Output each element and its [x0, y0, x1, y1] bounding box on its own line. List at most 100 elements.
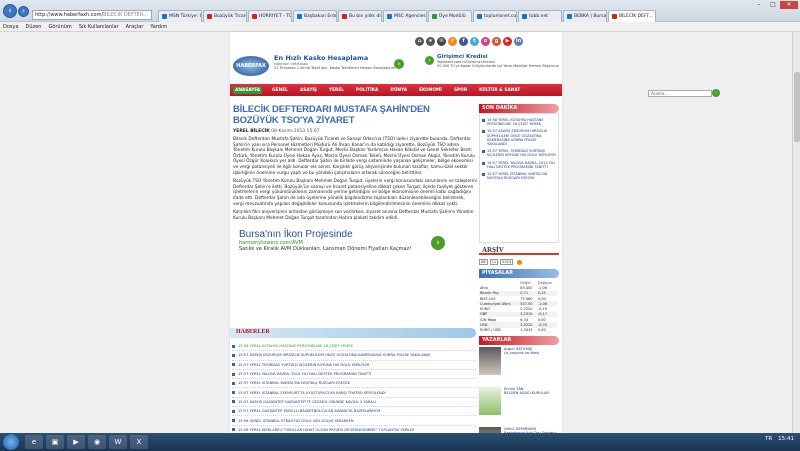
arsiv-year-select[interactable]: 2013 [500, 259, 514, 265]
arsiv-day-select[interactable]: 08 [479, 259, 488, 265]
news-item-text[interactable]: 15:57 YEREL TEKİRDAĞ YURTDIŞI İŞÇİLERİN … [238, 363, 370, 367]
nav-item[interactable]: GENEL [270, 87, 290, 94]
son-dakika-item[interactable]: 15:57 YEREL YALOVA HAVRA, 2014 YILI HALİ… [482, 161, 556, 169]
son-dakika-text[interactable]: 15:57 YEREL İSTANBUL KARTAL'DA NOSTALJİ … [487, 172, 556, 180]
arrow-right-icon[interactable]: › [394, 59, 404, 69]
news-item-text[interactable]: 15:57 YEREL YALOVA HAVRA, 2014 YILI HALİ… [238, 372, 371, 376]
son-dakika-text[interactable]: 15:57 YEREL TEKİRDAĞ YURTDIŞI İŞÇİLERİN … [487, 149, 556, 157]
nav-item[interactable]: ANASAYFA [233, 86, 263, 94]
news-item-text[interactable]: 15:57 YEREL İSTANBUL ESENYURT'TA UYUŞTUR… [238, 391, 386, 395]
son-dakika-text[interactable]: 15:57 ASAYİŞ ERZURUM HIRSIZLIK ŞÜPHELİLE… [487, 129, 556, 146]
author-card[interactable]: Argun SATILMIŞ Üç yaşında ve ötesi [479, 346, 559, 385]
author-photo[interactable] [479, 386, 501, 415]
nav-item[interactable]: ASAYİŞ [298, 87, 319, 94]
menu-item[interactable]: Araçlar [126, 24, 144, 30]
son-dakika-item[interactable]: 15:58 YEREL KÜTAHYA HASTANE PERSONELİNE … [482, 118, 556, 126]
ad-girisim[interactable]: › Girişimci Kredisi Yapikredi.com.tr/Gir… [425, 54, 560, 80]
son-dakika-text[interactable]: 15:57 YEREL YALOVA HAVRA, 2014 YILI HALİ… [487, 161, 556, 169]
author-column-title[interactable]: Üç yaşında ve ötesi [504, 351, 539, 356]
linkedin-icon[interactable]: in [514, 37, 523, 46]
youtube-icon[interactable]: ▶ [503, 37, 512, 46]
browser-tab[interactable]: toplumsnet.com [473, 10, 517, 22]
news-item[interactable]: 15:57 YEREL TEKİRDAĞ YURTDIŞI İŞÇİLERİN … [232, 361, 476, 370]
news-item[interactable]: 15:57 YEREL İSTANBUL KARTAL'DA NOSTALJİ … [232, 379, 476, 389]
ad-bursa-title[interactable]: Bursa'nın İkon Projesinde [239, 229, 457, 240]
browser-tab[interactable]: Bu bin yıllık dil s... [338, 10, 382, 22]
browser-tab[interactable]: MSC Agencies S... [383, 10, 427, 22]
ad-kasko-title[interactable]: En Hızlı Kasko Hesaplama [274, 54, 404, 62]
word-taskbar-icon[interactable]: W [109, 435, 127, 449]
arsiv-month-select[interactable]: 11 [489, 259, 499, 265]
instagram-icon[interactable]: o [481, 37, 490, 46]
vertical-scrollbar[interactable] [792, 32, 800, 433]
son-dakika-text[interactable]: 15:58 YEREL KÜTAHYA HASTANE PERSONELİNE … [487, 118, 556, 126]
scrollbar-thumb[interactable] [794, 72, 800, 142]
menu-item[interactable]: Sık Kullanılanlar [79, 24, 119, 30]
ie-taskbar-icon[interactable]: e [25, 435, 43, 449]
nav-item[interactable]: YEREL [327, 87, 346, 94]
browser-tab[interactable]: BEBKA | Bursa Es... [563, 10, 607, 22]
excel-taskbar-icon[interactable]: X [130, 435, 148, 449]
browser-tab[interactable]: Bozüyük Ticaret... [203, 10, 247, 22]
menu-item[interactable]: Düzen [26, 24, 42, 30]
mail-icon[interactable]: ✉ [437, 37, 446, 46]
news-item[interactable]: 15:57 YEREL YALOVA HAVRA, 2014 YILI HALİ… [232, 370, 476, 380]
nav-item[interactable]: SPOR [452, 87, 469, 94]
maximize-button[interactable]: □ [766, 1, 780, 9]
browser-tab[interactable]: tobb.net [518, 10, 562, 22]
author-column-title[interactable]: BELDEN AŞAĞI KURULAR [504, 391, 549, 396]
search-input[interactable]: Arama... [648, 90, 712, 97]
back-button[interactable]: ‹ [3, 4, 17, 18]
son-dakika-item[interactable]: 15:57 YEREL TEKİRDAĞ YURTDIŞI İŞÇİLERİN … [482, 149, 556, 157]
star-icon[interactable]: ★ [426, 37, 435, 46]
news-item[interactable]: 15:57 YEREL İSTANBUL ESENYURT'TA UYUŞTUR… [232, 388, 476, 398]
folder-taskbar-icon[interactable]: ▣ [46, 435, 64, 449]
nav-item[interactable]: KÜLTÜR & SANAT [477, 87, 522, 94]
home-icon[interactable]: ⌂ [415, 37, 424, 46]
clock[interactable]: 15:41 [778, 436, 794, 442]
son-dakika-item[interactable]: 15:57 YEREL İSTANBUL KARTAL'DA NOSTALJİ … [482, 172, 556, 180]
news-item-text[interactable]: 15:58 YEREL KÜTAHYA HASTANE PERSONELİNE … [238, 344, 353, 348]
nav-item[interactable]: POLİTİKA [354, 87, 380, 94]
browser-tab[interactable]: Üye Modülü [428, 10, 472, 22]
language-indicator[interactable]: TR [765, 436, 772, 442]
browser-tab[interactable]: BİLECİK DEFT... [608, 10, 656, 22]
arsiv-go-button[interactable] [517, 259, 523, 265]
menu-item[interactable]: Yardım [150, 24, 167, 30]
address-bar[interactable]: http://www.haberfaxh.com/ BILECIK DEFTER… [32, 10, 152, 20]
author-photo[interactable] [479, 346, 501, 375]
search-icon[interactable]: › [712, 89, 720, 97]
twitter-icon[interactable]: t [470, 37, 479, 46]
son-dakika-item[interactable]: 15:57 ASAYİŞ ERZURUM HIRSIZLIK ŞÜPHELİLE… [482, 129, 556, 146]
close-button[interactable]: ✕ [780, 1, 798, 9]
menu-item[interactable]: Görünüm [48, 24, 71, 30]
browser-tab[interactable]: HÜRRIYET - TÜR... [248, 10, 292, 22]
news-item[interactable]: 15:58 YEREL KÜTAHYA HASTANE PERSONELİNE … [232, 342, 476, 352]
ad-bursa[interactable]: Bursa'nın İkon Projesinde harmonytowers.… [233, 226, 463, 261]
news-item-text[interactable]: 15:57 YEREL GAZİANTEP ENGELLİ BASKETBOLC… [238, 409, 380, 413]
nav-item[interactable]: EKONOMİ [417, 87, 444, 94]
news-item-text[interactable]: 15:57 ASAYİŞ GAZİANTEP GAZİANTEP'TE CEZA… [238, 400, 376, 404]
news-item-text[interactable]: 15:56 YEREL KIRKLARELİ "OKULLAR HAYAT OL… [238, 428, 414, 432]
news-item[interactable]: 15:57 ASAYİŞ GAZİANTEP GAZİANTEP'TE CEZA… [232, 398, 476, 408]
site-logo[interactable]: HABERFAX [233, 56, 269, 76]
firefox-taskbar-icon[interactable]: ◉ [88, 435, 106, 449]
news-item[interactable]: 15:57 YEREL GAZİANTEP ENGELLİ BASKETBOLC… [232, 407, 476, 417]
author-card[interactable]: Emine TAN BELDEN AŞAĞI KURULAR [479, 386, 559, 425]
news-item-text[interactable]: 15:56 GENEL İSTANBUL ETKİLEYİCİ GÖLÜ İÇİ… [238, 419, 354, 423]
browser-tab[interactable]: MSN Türkiye: Oy... [158, 10, 202, 22]
facebook-icon[interactable]: f [459, 37, 468, 46]
arrow-right-icon[interactable]: › [425, 56, 434, 65]
start-button[interactable] [3, 434, 19, 450]
minimize-button[interactable]: – [752, 1, 766, 9]
media-taskbar-icon[interactable]: ▶ [67, 435, 85, 449]
browser-tab[interactable]: Başbakan Erdoğ... [293, 10, 337, 22]
nav-item[interactable]: DÜNYA [388, 87, 409, 94]
news-item-text[interactable]: 15:57 YEREL İSTANBUL KARTAL'DA NOSTALJİ … [238, 381, 350, 385]
forward-button[interactable]: › [18, 6, 29, 17]
ad-kasko[interactable]: En Hızlı Kasko Hesaplama sigortam.net/Ka… [274, 54, 404, 78]
news-item-text[interactable]: 15:57 ASAYİŞ ERZURUM HIRSIZLIK ŞÜPHELİLE… [238, 353, 430, 357]
news-item[interactable]: 15:57 ASAYİŞ ERZURUM HIRSIZLIK ŞÜPHELİLE… [232, 351, 476, 361]
rss-icon[interactable]: r [448, 37, 457, 46]
article-category[interactable]: YEREL [233, 129, 249, 134]
